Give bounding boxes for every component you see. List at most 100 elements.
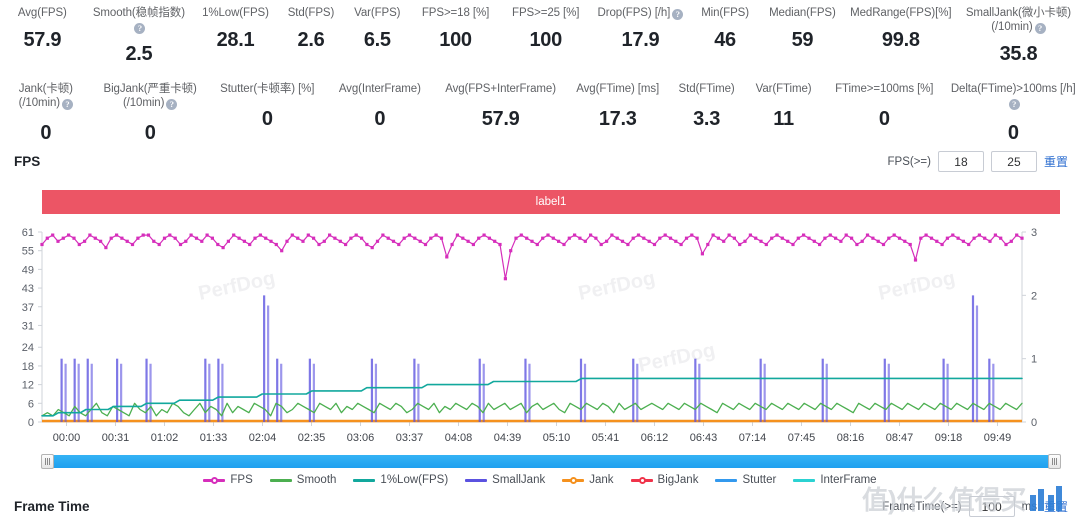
stat-value: 57.9 xyxy=(481,108,520,130)
fps-threshold-label: FPS(>=) xyxy=(887,155,931,168)
svg-text:09:49: 09:49 xyxy=(984,432,1012,444)
stat-cell: Avg(InterFrame) 0 xyxy=(326,82,434,131)
stat-cell: FTime>=100ms [%] 0 xyxy=(822,82,946,131)
stat-label: FPS>=18 [%] xyxy=(421,7,490,19)
svg-text:06:12: 06:12 xyxy=(641,432,669,444)
svg-text:01:33: 01:33 xyxy=(200,432,228,444)
stat-value: 0 xyxy=(374,108,386,130)
legend-color-swatch xyxy=(630,475,653,485)
fps-section-header: FPS FPS(>=) 重置 xyxy=(0,147,1080,177)
stat-label: Var(FPS) xyxy=(354,7,401,19)
stat-value: 35.8 xyxy=(999,43,1038,65)
fps-chart-canvas[interactable]: PerfDog PerfDog PerfDogPerfDog061218243137… xyxy=(0,222,1080,450)
stat-cell: FPS>=18 [%] 100 xyxy=(410,6,500,52)
svg-text:08:16: 08:16 xyxy=(837,432,865,444)
legend-item-interframe[interactable]: InterFrame xyxy=(793,474,877,486)
stat-value: 100 xyxy=(439,29,472,51)
stat-value: 17.9 xyxy=(621,29,660,51)
legend-color-swatch xyxy=(203,475,226,485)
svg-text:31: 31 xyxy=(22,320,34,332)
svg-text:1: 1 xyxy=(1031,354,1037,366)
stat-cell: Median(FPS) 59 xyxy=(760,6,845,52)
help-icon[interactable]: ? xyxy=(1008,99,1020,110)
stat-label: Avg(FPS) xyxy=(17,7,67,19)
svg-text:3: 3 xyxy=(1031,227,1037,239)
legend-item-jank[interactable]: Jank xyxy=(562,474,614,486)
svg-text:PerfDog: PerfDog xyxy=(876,267,957,305)
help-icon[interactable]: ? xyxy=(134,23,146,34)
chart-range-track[interactable] xyxy=(42,455,1060,468)
stat-cell: Avg(FPS) 57.9 xyxy=(0,6,85,52)
frame-time-section-header: Frame Time FrameTime(>=) ms 重置 xyxy=(0,494,1080,519)
svg-text:12: 12 xyxy=(22,380,34,392)
stat-cell: Avg(FPS+InterFrame) 57.9 xyxy=(434,82,568,131)
svg-text:24: 24 xyxy=(22,342,34,354)
frame-time-threshold-label: FrameTime(>=) xyxy=(882,500,962,513)
stat-cell: Min(FPS) 46 xyxy=(690,6,760,52)
legend-item-1-low-fps[interactable]: 1%Low(FPS) xyxy=(353,474,448,486)
frame-time-reset-link[interactable]: 重置 xyxy=(1044,498,1068,515)
svg-text:PerfDog: PerfDog xyxy=(636,339,717,377)
svg-text:0: 0 xyxy=(1031,417,1037,429)
stat-label: Var(FTime) xyxy=(755,83,812,95)
chart-range-handle-left[interactable] xyxy=(41,454,54,469)
frame-time-threshold-input[interactable] xyxy=(968,496,1015,517)
legend-label: InterFrame xyxy=(820,474,877,486)
fps-chart[interactable]: FPS PerfDogPerfDogPerfDogPerfDog06121824… xyxy=(0,222,1080,519)
stat-cell: Avg(FTime) [ms] 17.3 xyxy=(567,82,668,131)
fps-threshold-high-input[interactable] xyxy=(990,151,1037,172)
help-icon[interactable]: ? xyxy=(61,99,73,110)
stat-label: Smooth(稳帧指数)? xyxy=(92,7,185,34)
svg-text:PerfDog: PerfDog xyxy=(576,267,657,305)
chart-range-handle-right[interactable] xyxy=(1048,454,1061,469)
legend-item-bigjank[interactable]: BigJank xyxy=(630,474,698,486)
stat-cell: Var(FTime) 11 xyxy=(745,82,822,131)
stat-value: 0 xyxy=(878,108,890,130)
help-icon[interactable]: ? xyxy=(1034,23,1046,34)
legend-item-fps[interactable]: FPS xyxy=(203,474,253,486)
svg-text:0: 0 xyxy=(28,417,34,429)
stat-value: 0 xyxy=(40,122,52,144)
stat-value: 99.8 xyxy=(881,29,920,51)
legend-label: 1%Low(FPS) xyxy=(380,474,449,486)
stat-value: 3.3 xyxy=(693,108,721,130)
fps-section-title: FPS xyxy=(14,154,41,169)
legend-label: FPS xyxy=(230,474,253,486)
stat-label: BigJank(严重卡顿) (/10min)? xyxy=(103,83,197,110)
stat-label: Avg(InterFrame) xyxy=(338,83,421,95)
svg-text:02:04: 02:04 xyxy=(249,432,277,444)
svg-text:00:31: 00:31 xyxy=(102,432,130,444)
legend-item-stutter[interactable]: Stutter xyxy=(715,474,776,486)
legend-item-smalljank[interactable]: SmallJank xyxy=(465,474,545,486)
frame-time-threshold-controls: FrameTime(>=) ms 重置 xyxy=(882,496,1068,517)
stat-value: 6.5 xyxy=(363,29,391,51)
stat-label: FTime>=100ms [%] xyxy=(835,83,934,95)
stat-value: 0 xyxy=(261,108,273,130)
stat-cell: Jank(卡顿) (/10min)? 0 xyxy=(0,82,92,145)
stat-label: Avg(FPS+InterFrame) xyxy=(445,83,556,95)
stat-label: Delta(FTime)>100ms [/h]? xyxy=(950,83,1076,110)
stat-value: 46 xyxy=(714,29,736,51)
help-icon[interactable]: ? xyxy=(166,99,178,110)
legend-item-smooth[interactable]: Smooth xyxy=(269,474,336,486)
frame-time-unit-label: ms xyxy=(1021,500,1037,513)
svg-text:07:45: 07:45 xyxy=(788,432,816,444)
stat-cell: 1%Low(FPS) 28.1 xyxy=(193,6,278,52)
stat-value: 28.1 xyxy=(216,29,255,51)
svg-text:00:00: 00:00 xyxy=(53,432,81,444)
fps-threshold-low-input[interactable] xyxy=(937,151,984,172)
help-icon[interactable]: ? xyxy=(672,9,684,20)
stat-cell: Std(FTime) 3.3 xyxy=(668,82,745,131)
scene-label-bar[interactable]: label1 xyxy=(42,190,1060,214)
stat-cell: Std(FPS) 2.6 xyxy=(278,6,344,52)
stat-label: Std(FPS) xyxy=(287,7,335,19)
svg-text:03:37: 03:37 xyxy=(396,432,424,444)
stat-cell: BigJank(严重卡顿) (/10min)? 0 xyxy=(92,82,209,145)
chart-range-slider[interactable] xyxy=(41,454,1061,469)
stat-label: Median(FPS) xyxy=(769,7,836,19)
svg-text:43: 43 xyxy=(22,283,34,295)
legend-label: SmallJank xyxy=(492,474,546,486)
fps-reset-link[interactable]: 重置 xyxy=(1044,153,1068,170)
svg-text:08:47: 08:47 xyxy=(886,432,914,444)
grip-icon xyxy=(1052,458,1057,465)
